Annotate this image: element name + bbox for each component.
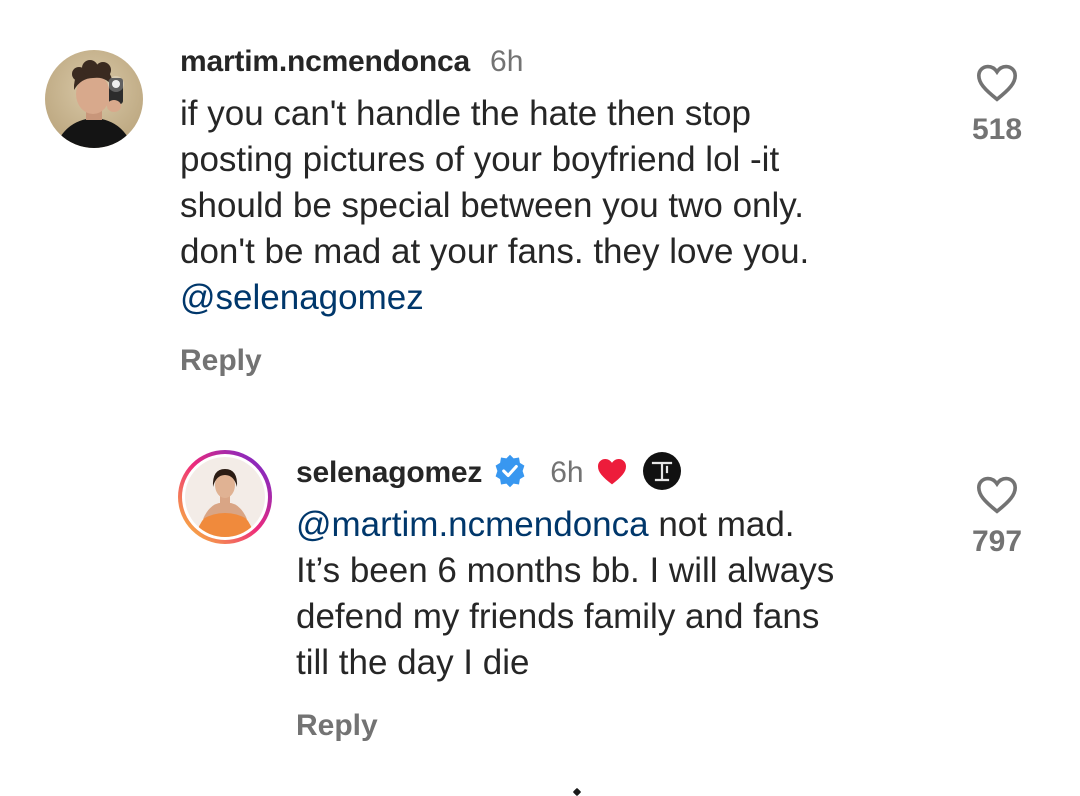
avatar-image — [185, 457, 265, 537]
avatar-story-ring[interactable] — [178, 450, 272, 544]
like-count: 518 — [971, 113, 1023, 146]
username[interactable]: martim.ncmendonca — [180, 45, 470, 79]
timestamp: 6h — [490, 45, 524, 78]
heart-outline-icon[interactable] — [975, 474, 1019, 514]
comment-meta: selenagomez 6h — [296, 451, 936, 496]
avatar-image — [45, 50, 143, 148]
like-area: 518 — [952, 62, 1042, 147]
timestamp: 6h — [550, 456, 584, 489]
verified-badge-icon — [492, 453, 528, 494]
comment-meta: martim.ncmendonca 6h — [180, 42, 940, 82]
mention-link[interactable]: @selenagomez — [180, 278, 424, 317]
like-area: 797 — [952, 474, 1042, 559]
avatar[interactable] — [45, 50, 143, 148]
creator-logo-icon — [642, 451, 682, 496]
comment-body: if you can't handle the hate then stop p… — [180, 94, 810, 271]
scroll-artifact — [572, 787, 582, 796]
liked-by-author-heart-icon — [596, 456, 628, 491]
comment-text: if you can't handle the hate then stop p… — [180, 91, 940, 321]
mention-link[interactable]: @martim.ncmendonca — [296, 505, 649, 544]
reply-button[interactable]: Reply — [296, 709, 936, 743]
heart-outline-icon[interactable] — [975, 62, 1019, 102]
comments-thread: martim.ncmendonca 6h if you can't handle… — [0, 0, 1080, 796]
like-count: 797 — [971, 525, 1023, 558]
reply-button[interactable]: Reply — [180, 344, 940, 378]
comment-text: @martim.ncmendonca not mad. It’s been 6 … — [296, 502, 936, 686]
username[interactable]: selenagomez — [296, 456, 482, 490]
